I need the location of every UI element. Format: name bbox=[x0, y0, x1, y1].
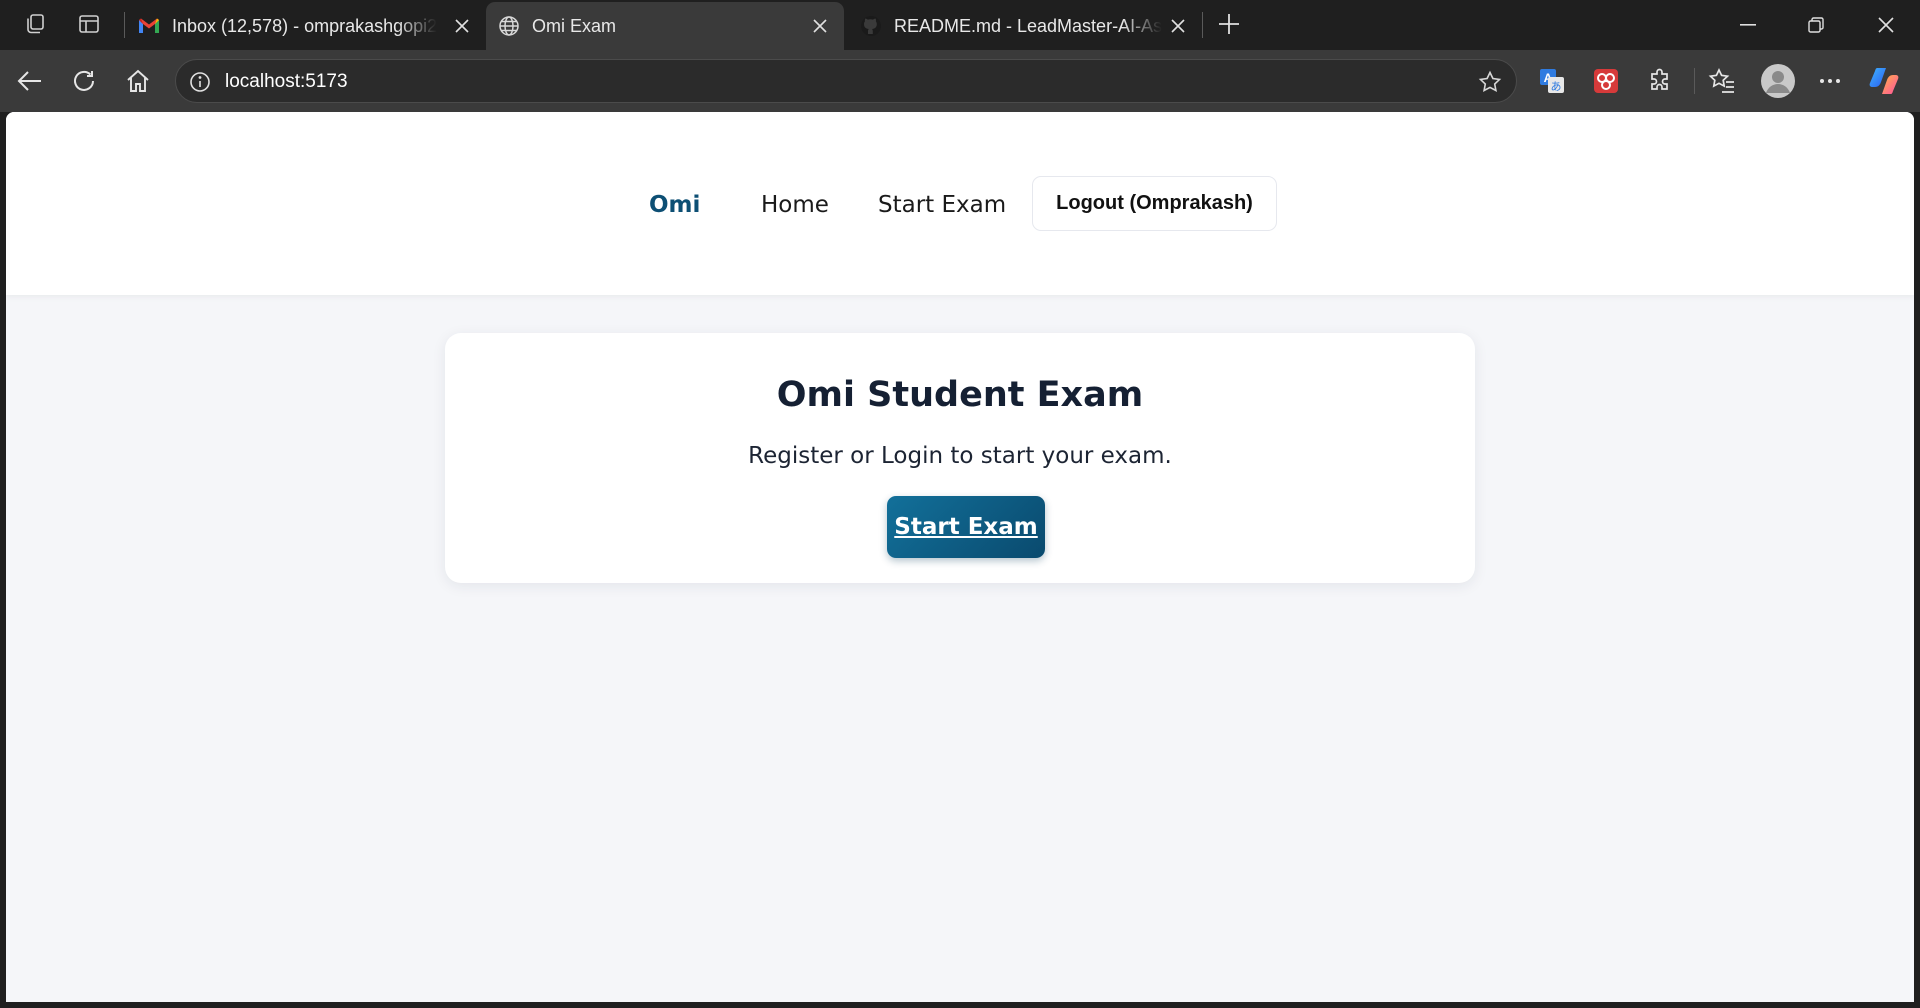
extension-red-icon[interactable] bbox=[1590, 65, 1622, 97]
svg-text:あ: あ bbox=[1551, 80, 1562, 93]
close-window-icon[interactable] bbox=[1856, 0, 1916, 50]
globe-icon bbox=[498, 15, 520, 37]
restore-icon[interactable] bbox=[1786, 0, 1846, 50]
card-title: Omi Student Exam bbox=[776, 375, 1144, 415]
github-icon bbox=[860, 15, 882, 37]
site-info-icon[interactable] bbox=[189, 71, 211, 93]
vertical-tabs-icon[interactable] bbox=[76, 11, 102, 37]
close-tab-icon[interactable] bbox=[809, 15, 831, 37]
workspaces-icon[interactable] bbox=[22, 11, 48, 37]
site-header: Omi Home Start Exam Logout (Omprakash) bbox=[6, 112, 1914, 295]
translate-icon[interactable]: A あ bbox=[1536, 65, 1568, 97]
browser-title-bar: Inbox (12,578) - omprakashgopi2004 Omi E… bbox=[0, 0, 1920, 50]
exam-card: Omi Student Exam Register or Login to st… bbox=[445, 333, 1475, 583]
favorite-star-icon[interactable] bbox=[1478, 70, 1502, 94]
home-icon[interactable] bbox=[120, 63, 156, 99]
new-tab-icon[interactable] bbox=[1216, 11, 1242, 37]
close-tab-icon[interactable] bbox=[1167, 15, 1189, 37]
address-url[interactable]: localhost:5173 bbox=[225, 71, 348, 93]
tab-inbox[interactable]: Inbox (12,578) - omprakashgopi2004 bbox=[126, 2, 481, 50]
gmail-icon bbox=[138, 15, 160, 37]
tab-title: Omi Exam bbox=[532, 16, 617, 36]
refresh-icon[interactable] bbox=[66, 63, 102, 99]
page-viewport: Omi Home Start Exam Logout (Omprakash) O… bbox=[6, 112, 1914, 1002]
tab-title: README.md - LeadMaster-AI-Assistant bbox=[894, 16, 1162, 36]
extensions-puzzle-icon[interactable] bbox=[1644, 65, 1676, 97]
favorites-icon[interactable] bbox=[1706, 65, 1738, 97]
nav-home-link[interactable]: Home bbox=[761, 191, 829, 219]
close-tab-icon[interactable] bbox=[451, 15, 473, 37]
address-bar[interactable]: localhost:5173 bbox=[175, 59, 1517, 103]
minimize-icon[interactable] bbox=[1718, 0, 1778, 50]
back-icon[interactable] bbox=[12, 63, 48, 99]
start-exam-button[interactable]: Start Exam bbox=[887, 496, 1045, 558]
copilot-icon[interactable] bbox=[1868, 65, 1900, 97]
tab-omi-exam[interactable]: Omi Exam bbox=[486, 2, 844, 50]
browser-toolbar: localhost:5173 A あ bbox=[0, 50, 1920, 112]
tab-readme[interactable]: README.md - LeadMaster-AI-Assistant bbox=[848, 2, 1198, 50]
more-options-icon[interactable] bbox=[1814, 65, 1846, 97]
nav-start-exam-link[interactable]: Start Exam bbox=[878, 191, 1006, 219]
nav-brand-link[interactable]: Omi bbox=[649, 191, 700, 219]
profile-avatar-icon[interactable] bbox=[1760, 63, 1796, 99]
tab-title: Inbox (12,578) - omprakashgopi2004 bbox=[172, 16, 437, 36]
card-subtitle: Register or Login to start your exam. bbox=[748, 443, 1172, 469]
logout-button[interactable]: Logout (Omprakash) bbox=[1032, 176, 1277, 231]
